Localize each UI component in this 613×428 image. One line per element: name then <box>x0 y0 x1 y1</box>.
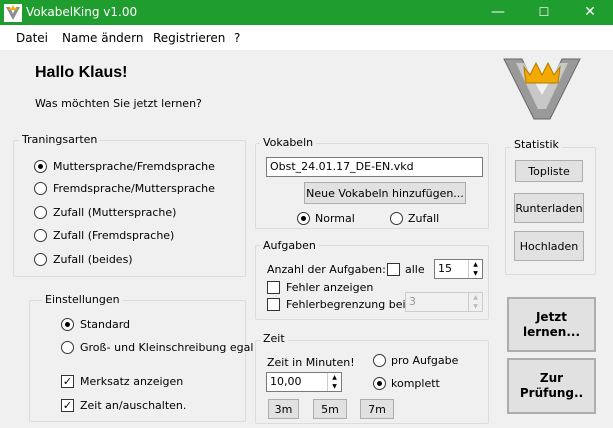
count-spinner[interactable]: 15 ▲ ▼ <box>434 259 483 279</box>
minutes-label: Zeit in Minuten! <box>267 356 355 369</box>
merksatz-label: Merksatz anzeigen <box>80 375 184 388</box>
menu-registrieren[interactable]: Registrieren <box>153 31 225 45</box>
fehler-spinner[interactable]: 3 ▲ ▼ <box>405 292 483 312</box>
zeit-checkbox[interactable]: ✓ <box>61 399 74 412</box>
radio-label-4: Zufall (Fremdsprache) <box>53 229 175 242</box>
radio-label-5: Zufall (beides) <box>53 253 133 266</box>
spinner-up-icon[interactable]: ▲ <box>468 293 482 302</box>
maximize-button[interactable]: ☐ <box>521 0 567 25</box>
radio-label-zufall: Zufall <box>408 212 440 225</box>
app-logo-icon <box>4 4 22 22</box>
menu-bar: Datei Name ändern Registrieren ? <box>0 25 613 50</box>
radio-zufall-fremdsprache[interactable] <box>34 229 47 242</box>
menu-datei[interactable]: Datei <box>16 31 48 45</box>
spinner-down-icon[interactable]: ▼ <box>468 269 482 278</box>
menu-name-aendern[interactable]: Name ändern <box>62 31 144 45</box>
radio-fremdsprache-muttersprache[interactable] <box>34 182 47 195</box>
learn-now-button[interactable]: Jetzt lernen... <box>507 297 596 352</box>
minutes-spinner[interactable]: 10,00 ▲ ▼ <box>266 372 342 392</box>
radio-label-normal: Normal <box>315 212 355 225</box>
radio-vocab-normal[interactable] <box>297 212 310 225</box>
spinner-down-icon[interactable]: ▼ <box>468 302 482 311</box>
radio-label-gross-klein: Groß- und Kleinschreibung egal <box>80 341 254 354</box>
einstellungen-title: Einstellungen <box>42 293 123 306</box>
preset-5m-button[interactable]: 5m <box>313 399 347 419</box>
radio-label-pro-aufgabe: pro Aufgabe <box>391 354 459 367</box>
zeit-title: Zeit <box>260 332 288 345</box>
zeit-label: Zeit an/auschalten. <box>80 399 187 412</box>
radio-standard[interactable] <box>61 318 74 331</box>
radio-label-standard: Standard <box>80 318 131 331</box>
vokabeln-title: Vokabeln <box>260 136 317 149</box>
topliste-button[interactable]: Topliste <box>515 160 583 182</box>
fehler-value: 3 <box>409 295 416 308</box>
spinner-down-icon[interactable]: ▼ <box>327 382 341 391</box>
radio-pro-aufgabe[interactable] <box>373 354 386 367</box>
radio-muttersprache-fremdsprache[interactable] <box>34 160 47 173</box>
radio-gross-klein-egal[interactable] <box>61 341 74 354</box>
vokabelking-logo <box>503 58 581 120</box>
spinner-up-icon[interactable]: ▲ <box>327 373 341 382</box>
count-value: 15 <box>438 262 452 275</box>
radio-vocab-zufall[interactable] <box>390 212 403 225</box>
radio-zufall-muttersprache[interactable] <box>34 206 47 219</box>
vocab-file-field[interactable]: Obst_24.01.17_DE-EN.vkd <box>266 157 483 177</box>
exam-button[interactable]: Zur Prüfung.. <box>507 358 596 414</box>
runterladen-button[interactable]: Runterladen <box>514 193 584 223</box>
statistik-title: Statistik <box>511 138 562 151</box>
alle-label: alle <box>405 263 425 276</box>
preset-7m-button[interactable]: 7m <box>360 399 394 419</box>
greeting: Hallo Klaus! <box>35 64 128 81</box>
minimize-button[interactable]: — <box>475 0 521 25</box>
preset-3m-button[interactable]: 3m <box>268 399 299 419</box>
fehler-anzeigen-label: Fehler anzeigen <box>286 281 374 294</box>
radio-label-komplett: komplett <box>391 377 440 390</box>
hochladen-button[interactable]: Hochladen <box>514 231 584 261</box>
menu-help[interactable]: ? <box>234 31 240 45</box>
spinner-up-icon[interactable]: ▲ <box>468 260 482 269</box>
title-bar: VokabelKing v1.00 — ☐ ✕ <box>0 0 613 25</box>
merksatz-checkbox[interactable]: ✓ <box>61 375 74 388</box>
trainingsarten-title: Traningsarten <box>19 133 101 146</box>
radio-zufall-beides[interactable] <box>34 253 47 266</box>
radio-label-3: Zufall (Muttersprache) <box>53 206 177 219</box>
minutes-value: 10,00 <box>270 375 302 388</box>
prompt-text: Was möchten Sie jetzt lernen? <box>35 97 202 110</box>
count-label: Anzahl der Aufgaben: <box>267 263 386 276</box>
radio-label-2: Fremdsprache/Muttersprache <box>53 182 215 195</box>
alle-checkbox[interactable] <box>387 263 400 276</box>
add-vocab-button[interactable]: Neue Vokabeln hinzufügen... <box>304 182 466 204</box>
radio-komplett[interactable] <box>373 377 386 390</box>
close-button[interactable]: ✕ <box>567 0 613 25</box>
fehler-anzeigen-checkbox[interactable] <box>267 281 280 294</box>
radio-label-1: Muttersprache/Fremdsprache <box>53 160 215 173</box>
window-title: VokabelKing v1.00 <box>26 5 138 19</box>
aufgaben-title: Aufgaben <box>260 239 319 252</box>
fehlerbegrenzung-label: Fehlerbegrenzung bei <box>286 298 406 311</box>
fehlerbegrenzung-checkbox[interactable] <box>267 298 280 311</box>
